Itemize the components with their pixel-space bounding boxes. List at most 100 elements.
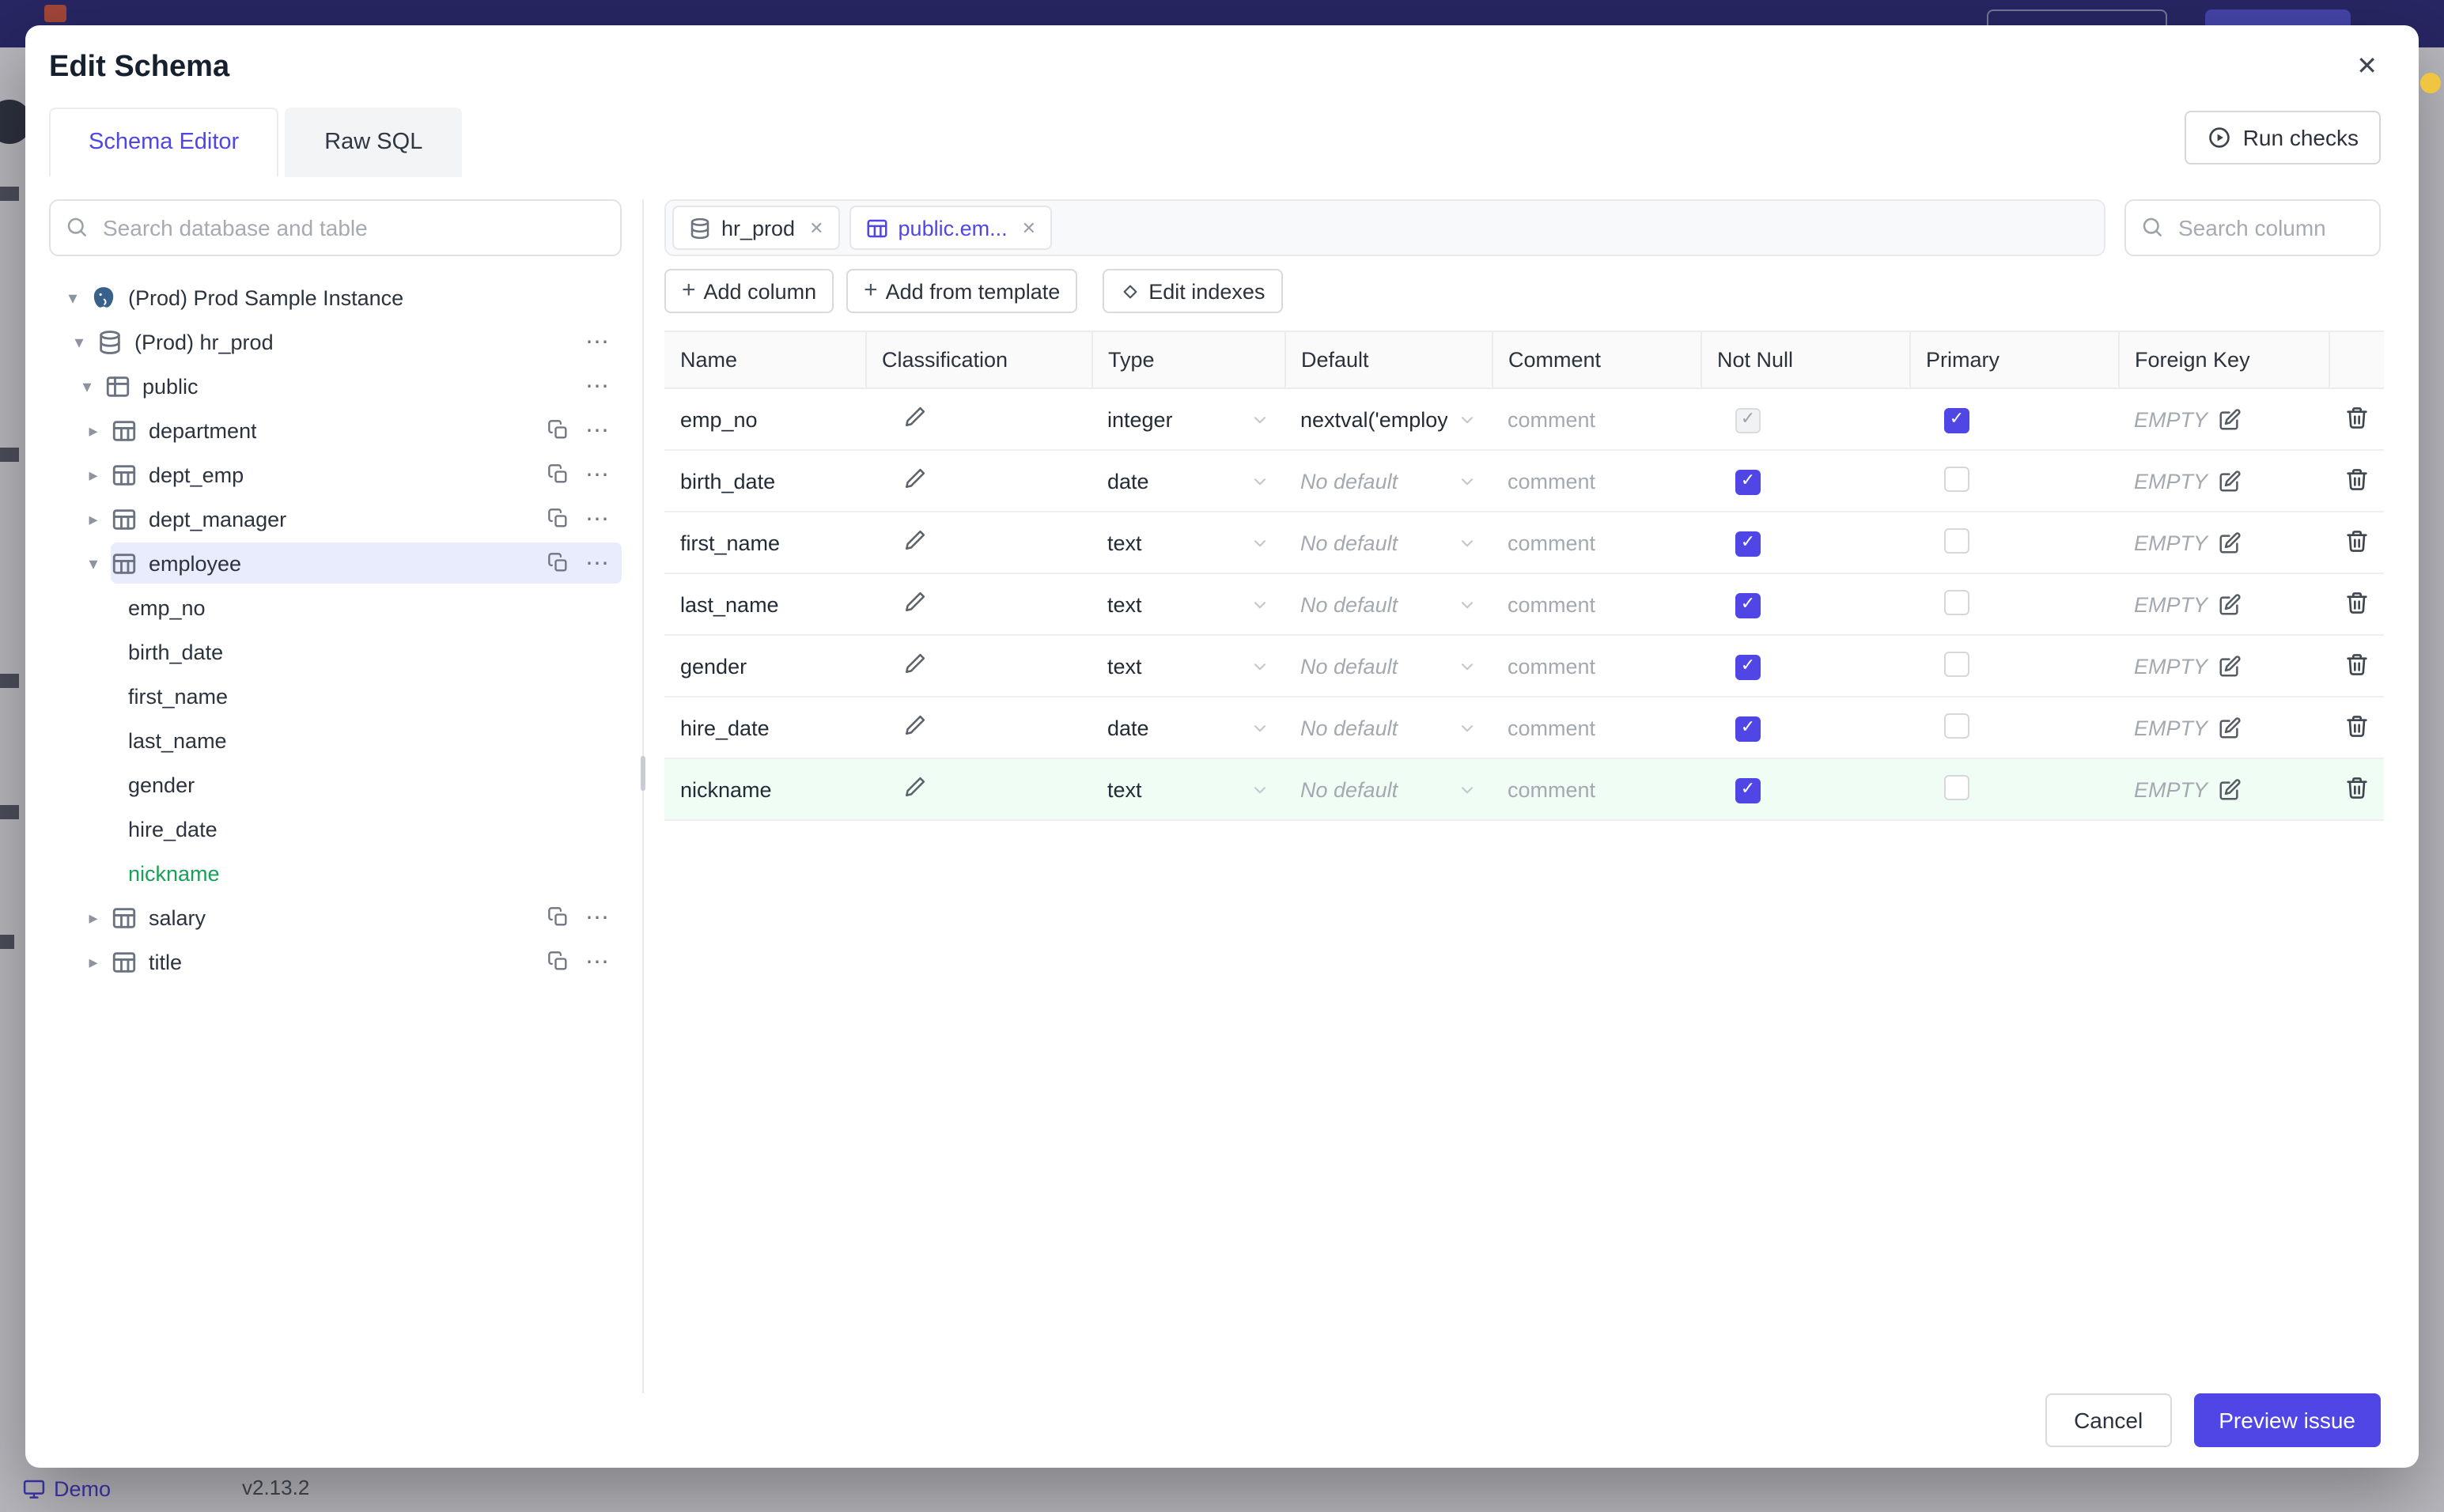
type-select[interactable]: text (1091, 635, 1284, 697)
comment-input[interactable]: comment (1492, 635, 1701, 697)
close-icon[interactable]: ✕ (2356, 55, 2378, 81)
tree-item-hire-date[interactable]: hire_date (49, 807, 622, 851)
caret-right-icon[interactable]: ▸ (82, 907, 104, 928)
not-null-checkbox[interactable]: ✓ (1735, 531, 1761, 557)
more-icon[interactable]: ⋯ (585, 506, 609, 533)
default-select[interactable]: No default (1284, 573, 1492, 636)
more-icon[interactable]: ⋯ (585, 373, 609, 400)
pencil-icon[interactable] (903, 528, 927, 552)
search-database-input[interactable] (49, 199, 622, 256)
primary-checkbox[interactable] (1944, 774, 1969, 799)
pencil-icon[interactable] (903, 405, 927, 429)
caret-down-icon[interactable]: ▾ (82, 553, 104, 573)
more-icon[interactable]: ⋯ (585, 550, 609, 577)
tree-item-birth-date[interactable]: birth_date (49, 629, 622, 674)
caret-down-icon[interactable]: ▾ (62, 287, 84, 308)
default-select[interactable]: No default (1284, 697, 1492, 759)
tree-item-department[interactable]: ▸ department ⋯ (49, 408, 622, 452)
primary-checkbox[interactable] (1944, 651, 1969, 676)
comment-input[interactable]: comment (1492, 450, 1701, 512)
copy-icon[interactable] (547, 951, 569, 973)
type-select[interactable]: text (1091, 758, 1284, 821)
not-null-checkbox[interactable]: ✓ (1735, 716, 1761, 742)
copy-icon[interactable] (547, 463, 569, 486)
edit-indexes-button[interactable]: Edit indexes (1103, 269, 1283, 313)
not-null-checkbox[interactable]: ✓ (1735, 407, 1761, 433)
primary-checkbox[interactable] (1944, 527, 1969, 553)
panel-splitter[interactable] (641, 199, 645, 1393)
more-icon[interactable]: ⋯ (585, 905, 609, 932)
column-name-cell[interactable]: last_name (664, 573, 865, 636)
edit-foreign-key-icon[interactable] (2217, 654, 2241, 678)
primary-checkbox[interactable] (1944, 589, 1969, 614)
copy-icon[interactable] (547, 419, 569, 441)
not-null-checkbox[interactable]: ✓ (1735, 592, 1761, 618)
not-null-checkbox[interactable]: ✓ (1735, 654, 1761, 680)
pencil-icon[interactable] (903, 713, 927, 737)
comment-input[interactable]: comment (1492, 758, 1701, 821)
tab-raw-sql[interactable]: Raw SQL (285, 108, 463, 177)
edit-foreign-key-icon[interactable] (2217, 531, 2241, 554)
trash-icon[interactable] (2344, 527, 2369, 553)
copy-icon[interactable] (547, 508, 569, 530)
pencil-icon[interactable] (903, 590, 927, 614)
primary-checkbox[interactable] (1944, 466, 1969, 491)
column-name-cell[interactable]: nickname (664, 758, 865, 821)
type-select[interactable]: text (1091, 573, 1284, 636)
tree-item-prod-prod-sample-instance[interactable]: ▾ (Prod) Prod Sample Instance (49, 275, 622, 319)
default-select[interactable]: No default (1284, 635, 1492, 697)
more-icon[interactable]: ⋯ (585, 329, 609, 356)
column-name-cell[interactable]: gender (664, 635, 865, 697)
edit-foreign-key-icon[interactable] (2217, 716, 2241, 739)
more-icon[interactable]: ⋯ (585, 418, 609, 444)
pencil-icon[interactable] (903, 467, 927, 490)
edit-foreign-key-icon[interactable] (2217, 777, 2241, 801)
run-checks-button[interactable]: Run checks (2184, 111, 2381, 164)
not-null-checkbox[interactable]: ✓ (1735, 777, 1761, 803)
edit-foreign-key-icon[interactable] (2217, 592, 2241, 616)
tree-item-last-name[interactable]: last_name (49, 718, 622, 762)
tree-item-employee[interactable]: ▾ employee ⋯ (49, 541, 622, 585)
caret-right-icon[interactable]: ▸ (82, 508, 104, 529)
tree-item-emp-no[interactable]: emp_no (49, 585, 622, 629)
type-select[interactable]: date (1091, 450, 1284, 512)
primary-checkbox[interactable]: ✓ (1944, 407, 1969, 433)
default-select[interactable]: No default (1284, 512, 1492, 574)
copy-icon[interactable] (547, 906, 569, 928)
table-tab-public-em[interactable]: public.em... ✕ (849, 206, 1053, 250)
cancel-button[interactable]: Cancel (2045, 1393, 2172, 1447)
preview-issue-button[interactable]: Preview issue (2193, 1393, 2381, 1447)
comment-input[interactable]: comment (1492, 697, 1701, 759)
more-icon[interactable]: ⋯ (585, 462, 609, 489)
comment-input[interactable]: comment (1492, 388, 1701, 451)
trash-icon[interactable] (2344, 404, 2369, 429)
column-name-cell[interactable]: birth_date (664, 450, 865, 512)
trash-icon[interactable] (2344, 589, 2369, 614)
type-select[interactable]: text (1091, 512, 1284, 574)
edit-foreign-key-icon[interactable] (2217, 469, 2241, 493)
default-select[interactable]: nextval('employ (1284, 388, 1492, 451)
tree-item-nickname[interactable]: nickname (49, 851, 622, 895)
default-select[interactable]: No default (1284, 450, 1492, 512)
trash-icon[interactable] (2344, 713, 2369, 738)
comment-input[interactable]: comment (1492, 512, 1701, 574)
trash-icon[interactable] (2344, 651, 2369, 676)
caret-down-icon[interactable]: ▾ (76, 376, 98, 396)
caret-right-icon[interactable]: ▸ (82, 464, 104, 485)
table-tab-hr-prod[interactable]: hr_prod ✕ (672, 206, 840, 250)
trash-icon[interactable] (2344, 466, 2369, 491)
caret-right-icon[interactable]: ▸ (82, 420, 104, 440)
tree-item-dept-manager[interactable]: ▸ dept_manager ⋯ (49, 497, 622, 541)
type-select[interactable]: date (1091, 697, 1284, 759)
tree-item-title[interactable]: ▸ title ⋯ (49, 939, 622, 984)
tree-item-public[interactable]: ▾ public ⋯ (49, 364, 622, 408)
not-null-checkbox[interactable]: ✓ (1735, 469, 1761, 495)
column-name-cell[interactable]: first_name (664, 512, 865, 574)
pencil-icon[interactable] (903, 652, 927, 675)
copy-icon[interactable] (547, 552, 569, 574)
column-name-cell[interactable]: hire_date (664, 697, 865, 759)
tree-item-salary[interactable]: ▸ salary ⋯ (49, 895, 622, 939)
more-icon[interactable]: ⋯ (585, 949, 609, 976)
tree-item-prod-hr-prod[interactable]: ▾ (Prod) hr_prod ⋯ (49, 319, 622, 364)
tree-item-dept-emp[interactable]: ▸ dept_emp ⋯ (49, 452, 622, 497)
